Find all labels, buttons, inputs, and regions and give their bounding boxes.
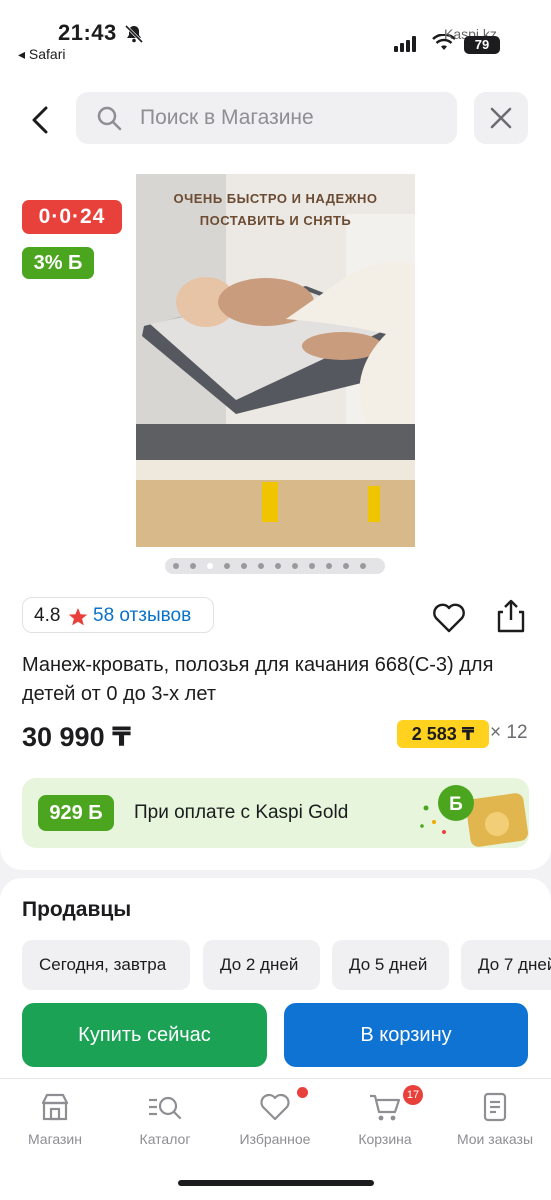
kaspi-gold-card-icon: Б	[420, 785, 529, 847]
sellers-title: Продавцы	[22, 898, 132, 921]
gallery-dot[interactable]	[224, 563, 230, 569]
search-icon	[97, 106, 122, 131]
gold-banner-text: При оплате с Kaspi Gold	[134, 802, 349, 823]
product-card: 0·0·24 3% Б ОЧЕНЬ БЫСТРО И НАДЕЖНО ПОСТА…	[0, 160, 551, 870]
gallery-dot[interactable]	[258, 563, 264, 569]
status-time: 21:43	[58, 20, 117, 45]
tab-cart-label: Корзина	[358, 1131, 412, 1147]
bell-muted-icon	[124, 24, 144, 44]
kaspi-gold-banner[interactable]: 929 Б При оплате с Kaspi Gold Б	[22, 778, 529, 848]
favorite-heart-icon[interactable]	[432, 602, 466, 634]
bonus-percent-badge: 3% Б	[22, 247, 94, 279]
product-photo-caption: ОЧЕНЬ БЫСТРО И НАДЕЖНО ПОСТАВИТЬ И СНЯТЬ	[173, 191, 378, 228]
tab-catalog[interactable]: Каталог	[110, 1091, 220, 1161]
battery-indicator: 79	[464, 36, 500, 54]
gallery-dot[interactable]	[275, 563, 281, 569]
status-bar: 21:43 ◂ Safari Kaspi.kz 79	[0, 0, 551, 80]
rating-pill[interactable]: 4.8 58 отзывов	[22, 597, 214, 633]
star-icon	[68, 608, 88, 626]
orders-icon	[483, 1092, 507, 1122]
cart-count-badge: 17	[403, 1085, 423, 1105]
reviews-link[interactable]: 58 отзывов	[93, 605, 191, 627]
back-to-safari-link[interactable]: ◂ Safari	[18, 46, 66, 63]
tab-catalog-label: Каталог	[139, 1131, 191, 1147]
heart-icon	[260, 1093, 290, 1121]
sale-timer-badge: 0·0·24	[22, 200, 122, 234]
cellular-signal-icon	[394, 36, 416, 52]
cart-icon	[370, 1094, 401, 1121]
search-input[interactable]: Поиск в Магазине	[76, 92, 457, 144]
gallery-dot[interactable]	[360, 563, 366, 569]
search-placeholder: Поиск в Магазине	[140, 106, 314, 129]
installment-months: × 12	[490, 722, 528, 743]
tab-shop[interactable]: Магазин	[0, 1091, 110, 1161]
gallery-dot[interactable]	[292, 563, 298, 569]
gallery-dot[interactable]	[190, 563, 196, 569]
shop-icon	[41, 1093, 69, 1121]
delivery-chip-today-tomorrow[interactable]: Сегодня, завтра	[22, 940, 190, 990]
tab-shop-label: Магазин	[27, 1131, 82, 1147]
installment-price-badge: 2 583 ₸	[397, 720, 489, 748]
tab-favorites[interactable]: Избранное	[220, 1091, 330, 1161]
gallery-dot[interactable]	[241, 563, 247, 569]
gallery-dot[interactable]	[343, 563, 349, 569]
gallery-dot[interactable]	[207, 563, 213, 569]
rating-value: 4.8	[34, 605, 61, 626]
gold-bonus-badge: 929 Б	[38, 795, 114, 831]
catalog-icon	[149, 1096, 182, 1120]
gallery-dot[interactable]	[309, 563, 315, 569]
product-title: Манеж-кровать, полозья для качания 668(С…	[22, 654, 494, 705]
gallery-dot[interactable]	[173, 563, 179, 569]
buy-now-button[interactable]: Купить сейчас	[22, 1003, 267, 1067]
product-photo[interactable]: ОЧЕНЬ БЫСТРО И НАДЕЖНО ПОСТАВИТЬ И СНЯТЬ	[136, 174, 415, 547]
delivery-chip-7-days[interactable]: До 7 дней	[461, 940, 551, 990]
svg-text:Б: Б	[449, 794, 463, 815]
close-search-button[interactable]	[474, 92, 528, 144]
tab-orders-label: Мои заказы	[456, 1131, 534, 1147]
back-arrow-icon[interactable]	[26, 100, 56, 140]
product-price: 30 990 ₸	[22, 722, 131, 752]
add-to-cart-button[interactable]: В корзину	[284, 1003, 528, 1067]
favorites-notification-dot	[297, 1087, 308, 1098]
share-icon[interactable]	[494, 598, 528, 634]
delivery-chip-2-days[interactable]: До 2 дней	[203, 940, 320, 990]
home-indicator	[178, 1180, 374, 1186]
gallery-dot[interactable]	[326, 563, 332, 569]
top-navigation: Поиск в Магазине	[0, 80, 551, 160]
tab-cart[interactable]: Корзина	[330, 1091, 440, 1161]
close-icon	[490, 107, 512, 129]
gallery-pager[interactable]	[165, 558, 385, 574]
delivery-chip-5-days[interactable]: До 5 дней	[332, 940, 449, 990]
tab-favorites-label: Избранное	[239, 1131, 311, 1147]
tab-orders[interactable]: Мои заказы	[440, 1091, 550, 1161]
